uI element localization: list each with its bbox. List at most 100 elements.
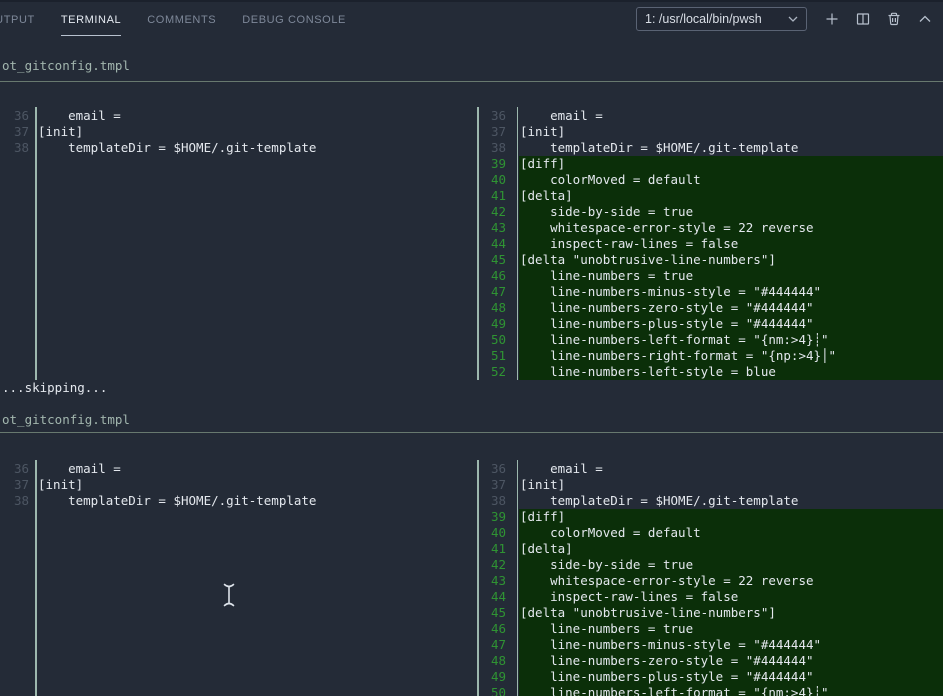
line-number: 44	[470, 589, 506, 605]
line-number: 39	[470, 156, 506, 172]
line-text: [delta]	[519, 188, 943, 204]
line-number: 42	[470, 557, 506, 573]
line-number: 47	[470, 284, 506, 300]
gutter-separator	[35, 107, 37, 380]
line-text: line-numbers-zero-style = "#444444"	[519, 300, 943, 316]
diff-line-added: 40 colorMoved = default	[470, 172, 943, 188]
gutter-separator	[517, 460, 519, 696]
line-text: line-numbers-plus-style = "#444444"	[519, 316, 943, 332]
diff-line: 36 email =	[470, 461, 943, 477]
terminal-picker-dropdown[interactable]: 1: /usr/local/bin/pwsh	[636, 7, 807, 31]
diff-section-bottom: 36 email =37[init]38 templateDir = $HOME…	[0, 460, 943, 696]
line-number: 46	[470, 621, 506, 637]
diff-line-added: 45[delta "unobtrusive-line-numbers"]	[470, 605, 943, 621]
diff-pane-plus: 36 email =37[init]38 templateDir = $HOME…	[470, 107, 943, 380]
panel-separator	[477, 460, 479, 696]
text-ibeam-cursor	[222, 582, 236, 612]
diff-line-added: 43 whitespace-error-style = 22 reverse	[470, 573, 943, 589]
line-number: 40	[470, 172, 506, 188]
terminal-controls: 1: /usr/local/bin/pwsh	[636, 2, 936, 36]
diff-line-added: 45[delta "unobtrusive-line-numbers"]	[470, 252, 943, 268]
diff-line: 37[init]	[0, 477, 470, 493]
line-number: 43	[470, 573, 506, 589]
diff-line-added: 46 line-numbers = true	[470, 268, 943, 284]
line-text: whitespace-error-style = 22 reverse	[519, 220, 943, 236]
line-number: 42	[470, 204, 506, 220]
line-number: 44	[470, 236, 506, 252]
line-text: [init]	[519, 124, 943, 140]
panel-separator	[477, 107, 479, 380]
line-number: 38	[470, 493, 506, 509]
maximize-panel-button[interactable]	[914, 8, 936, 30]
diff-line-added: 39[diff]	[470, 156, 943, 172]
line-text: whitespace-error-style = 22 reverse	[519, 573, 943, 589]
kill-terminal-button[interactable]	[883, 8, 905, 30]
line-text: line-numbers = true	[519, 621, 943, 637]
line-text: line-numbers-left-format = "{nm:>4}┊"	[519, 685, 943, 696]
line-number: 37	[0, 124, 29, 140]
diff-line-added: 44 inspect-raw-lines = false	[470, 589, 943, 605]
new-terminal-button[interactable]	[821, 8, 843, 30]
line-number: 38	[0, 140, 29, 156]
file-header-underline	[0, 81, 943, 82]
line-number: 48	[470, 653, 506, 669]
line-text: line-numbers-right-format = "{np:>4}│"	[519, 348, 943, 364]
diff-line: 38 templateDir = $HOME/.git-template	[470, 493, 943, 509]
line-text: line-numbers-left-format = "{nm:>4}┊"	[519, 332, 943, 348]
tab-comments[interactable]: COMMENTS	[147, 2, 216, 36]
line-number: 37	[0, 477, 29, 493]
panel-header: OUTPUT TERMINAL COMMENTS DEBUG CONSOLE 1: /…	[0, 0, 943, 36]
diff-line-added: 52 line-numbers-left-style = blue	[470, 364, 943, 380]
line-text: line-numbers-plus-style = "#444444"	[519, 669, 943, 685]
diff-section-top: 36 email =37[init]38 templateDir = $HOME…	[0, 107, 943, 380]
line-number: 50	[470, 332, 506, 348]
diff-line: 38 templateDir = $HOME/.git-template	[470, 140, 943, 156]
tab-output[interactable]: OUTPUT	[0, 2, 35, 36]
panel-tabs: OUTPUT TERMINAL COMMENTS DEBUG CONSOLE	[0, 2, 346, 36]
line-text: line-numbers-left-style = blue	[519, 364, 943, 380]
line-text: [init]	[519, 477, 943, 493]
line-text: side-by-side = true	[519, 557, 943, 573]
line-text: [delta "unobtrusive-line-numbers"]	[519, 252, 943, 268]
line-text: templateDir = $HOME/.git-template	[29, 493, 470, 509]
tab-debug-console[interactable]: DEBUG CONSOLE	[242, 2, 346, 36]
line-number: 38	[0, 493, 29, 509]
diff-line-added: 40 colorMoved = default	[470, 525, 943, 541]
line-text: email =	[519, 108, 943, 124]
line-number: 36	[0, 461, 29, 477]
line-text: email =	[29, 461, 470, 477]
line-number: 50	[470, 685, 506, 696]
trash-icon	[886, 11, 902, 27]
diff-line-added: 39[diff]	[470, 509, 943, 525]
line-number: 46	[470, 268, 506, 284]
line-text: [diff]	[519, 509, 943, 525]
line-text: [delta]	[519, 541, 943, 557]
diff-file-header: ot_gitconfig.tmpl	[2, 412, 943, 428]
line-number: 41	[470, 541, 506, 557]
diff-line-added: 47 line-numbers-minus-style = "#444444"	[470, 637, 943, 653]
diff-line: 36 email =	[470, 108, 943, 124]
diff-line: 36 email =	[0, 108, 470, 124]
diff-line: 37[init]	[0, 124, 470, 140]
line-text: templateDir = $HOME/.git-template	[519, 493, 943, 509]
diff-line-added: 42 side-by-side = true	[470, 557, 943, 573]
tab-terminal[interactable]: TERMINAL	[61, 2, 121, 36]
diff-pane-minus: 36 email =37[init]38 templateDir = $HOME…	[0, 107, 470, 380]
file-header-underline	[0, 432, 943, 433]
diff-pane-plus: 36 email =37[init]38 templateDir = $HOME…	[470, 460, 943, 696]
diff-line: 37[init]	[470, 124, 943, 140]
split-terminal-icon	[855, 11, 871, 27]
line-number: 41	[470, 188, 506, 204]
line-text: [init]	[29, 124, 470, 140]
line-text: inspect-raw-lines = false	[519, 589, 943, 605]
line-text: templateDir = $HOME/.git-template	[29, 140, 470, 156]
diff-line: 38 templateDir = $HOME/.git-template	[0, 493, 470, 509]
line-text: templateDir = $HOME/.git-template	[519, 140, 943, 156]
terminal-output[interactable]: ot_gitconfig.tmpl 36 email =37[init]38 t…	[0, 36, 943, 696]
line-number: 38	[470, 140, 506, 156]
line-text: inspect-raw-lines = false	[519, 236, 943, 252]
split-terminal-button[interactable]	[852, 8, 874, 30]
diff-line-added: 50 line-numbers-left-format = "{nm:>4}┊"	[470, 332, 943, 348]
diff-line-added: 46 line-numbers = true	[470, 621, 943, 637]
line-number: 36	[470, 461, 506, 477]
